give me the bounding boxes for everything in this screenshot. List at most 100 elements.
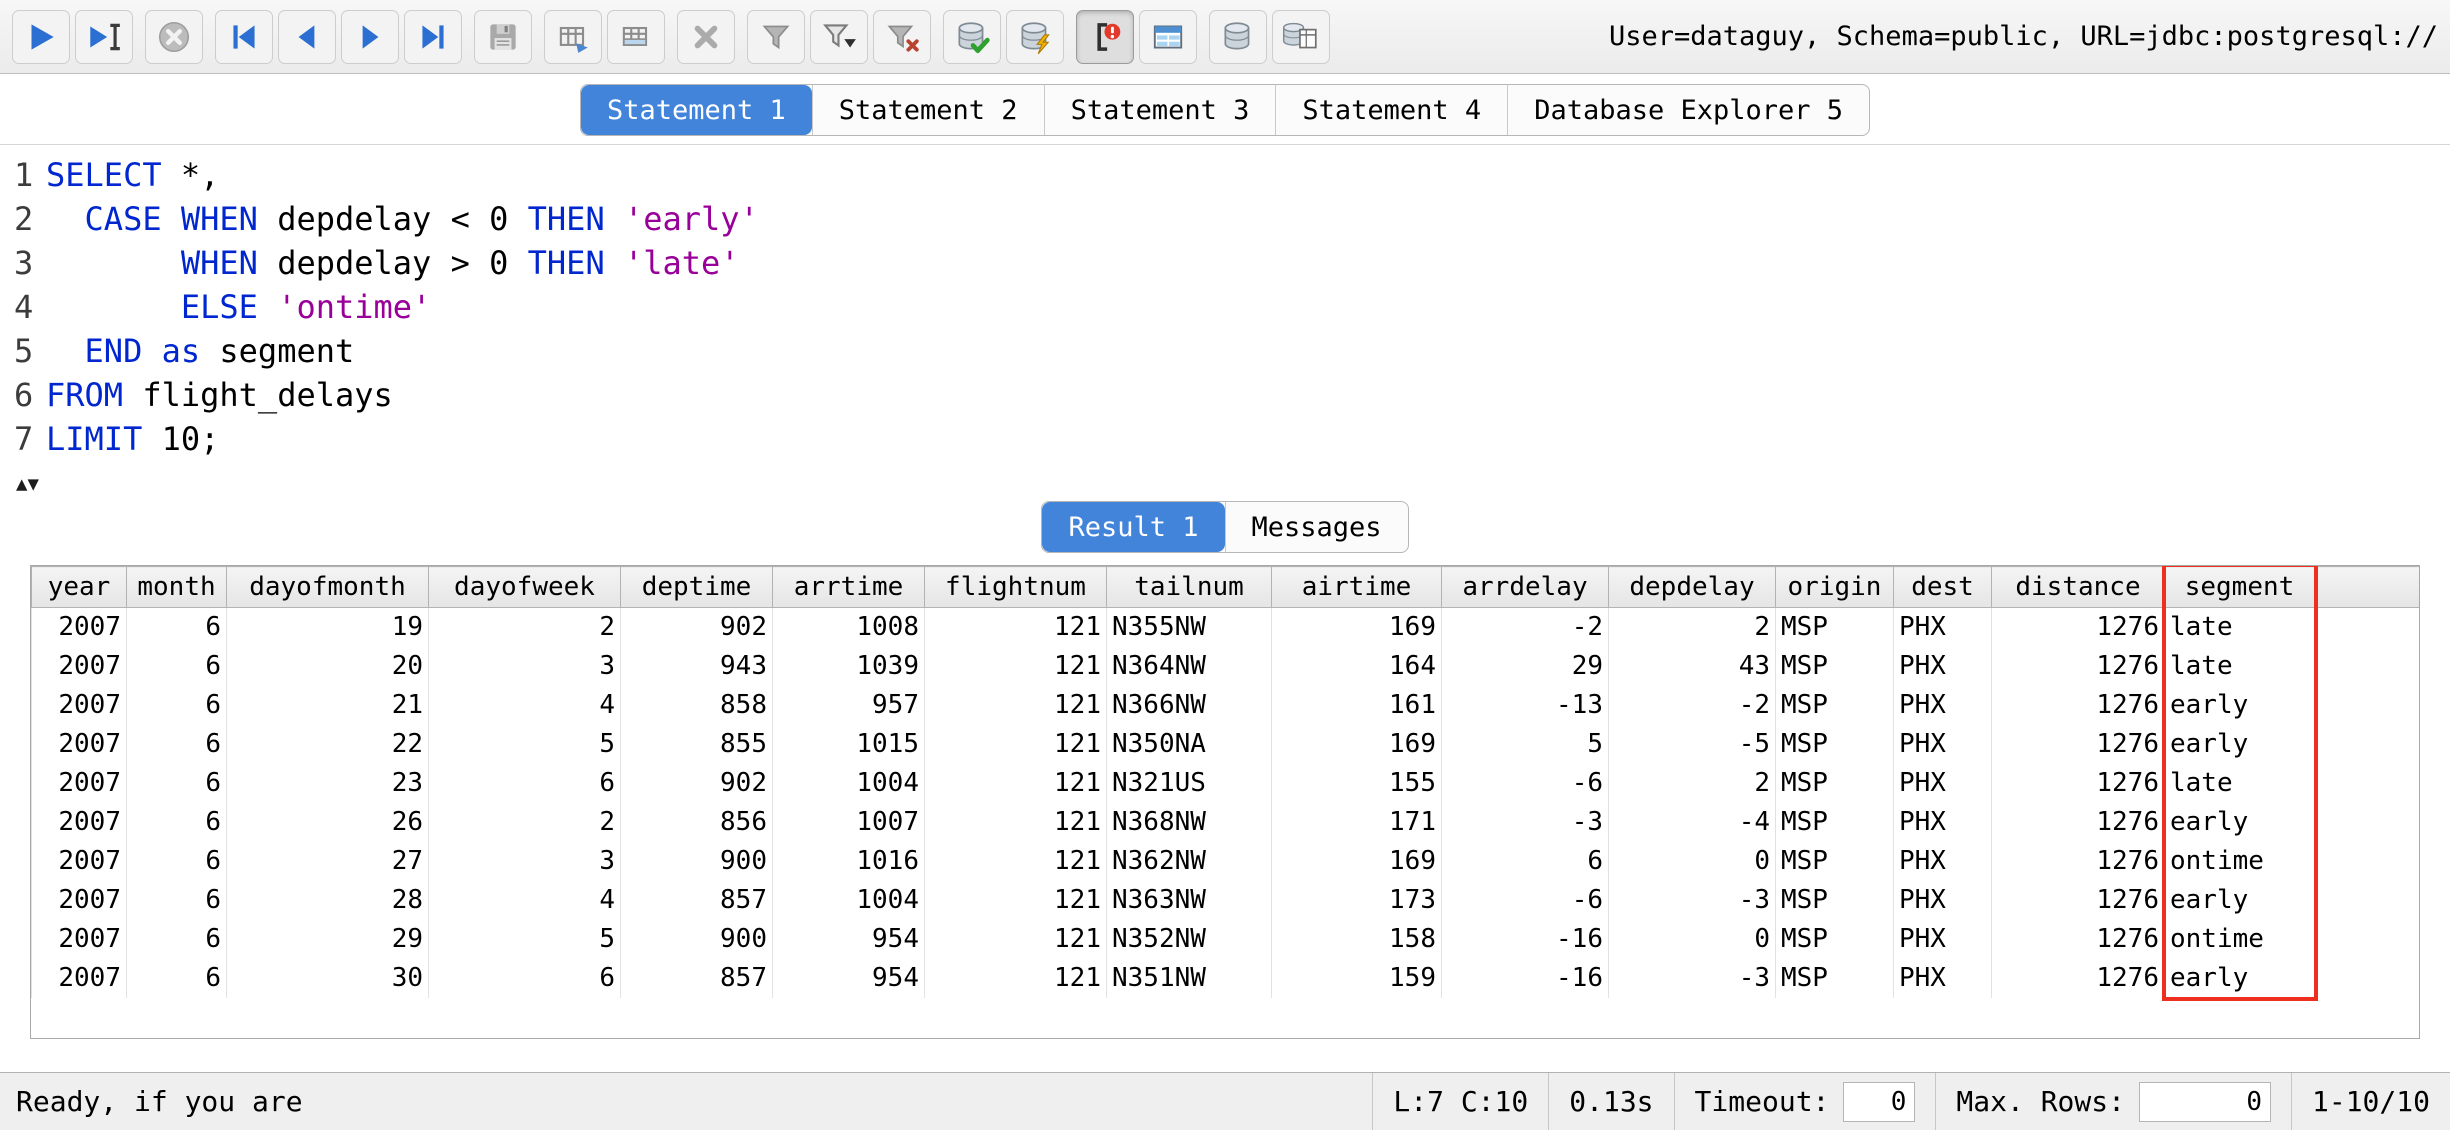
cell-year[interactable]: 2007 [31,607,127,647]
cell-origin[interactable]: MSP [1775,841,1894,881]
cell-distance[interactable]: 1276 [1991,802,2165,842]
cell-depdelay[interactable]: -4 [1608,802,1776,842]
cell-dest[interactable]: PHX [1893,841,1992,881]
cell-dayofweek[interactable]: 5 [428,724,621,764]
cell-tailnum[interactable]: N352NW [1106,919,1272,959]
cell-segment[interactable]: early [2164,724,2315,764]
timeout-input[interactable] [1843,1081,1916,1122]
editor-splitter[interactable]: ▲▼ [0,471,2450,495]
cell-dayofweek[interactable]: 2 [428,802,621,842]
stop-button[interactable] [145,9,203,64]
cell-airtime[interactable]: 173 [1271,880,1442,920]
cell-flightnum[interactable]: 121 [924,724,1107,764]
column-header-airtime[interactable]: airtime [1271,566,1442,608]
cell-origin[interactable]: MSP [1775,724,1894,764]
cell-year[interactable]: 2007 [31,958,127,998]
cell-dest[interactable]: PHX [1893,958,1992,998]
cell-arrdelay[interactable]: 6 [1441,841,1609,881]
cell-month[interactable]: 6 [126,958,227,998]
cell-dayofweek[interactable]: 4 [428,685,621,725]
splitter-up-icon[interactable]: ▲ [16,473,27,495]
cell-depdelay[interactable]: -3 [1608,958,1776,998]
cell-arrdelay[interactable]: -3 [1441,802,1609,842]
cell-origin[interactable]: MSP [1775,646,1894,686]
cell-month[interactable]: 6 [126,607,227,647]
data-pumper-button[interactable] [1139,9,1197,64]
cell-segment[interactable]: ontime [2164,841,2315,881]
cell-deptime[interactable]: 900 [620,919,773,959]
cell-dayofmonth[interactable]: 19 [226,607,429,647]
cell-deptime[interactable]: 902 [620,607,773,647]
cell-tailnum[interactable]: N350NA [1106,724,1272,764]
cell-dayofmonth[interactable]: 21 [226,685,429,725]
cell-dest[interactable]: PHX [1893,724,1992,764]
run-button[interactable] [12,9,70,64]
cell-dest[interactable]: PHX [1893,685,1992,725]
cell-origin[interactable]: MSP [1775,685,1894,725]
cell-dayofmonth[interactable]: 20 [226,646,429,686]
cell-deptime[interactable]: 900 [620,841,773,881]
cell-dayofmonth[interactable]: 23 [226,763,429,803]
column-header-depdelay[interactable]: depdelay [1608,566,1776,608]
first-row-button[interactable] [215,9,273,64]
cell-depdelay[interactable]: 0 [1608,919,1776,959]
cell-deptime[interactable]: 943 [620,646,773,686]
save-button[interactable] [474,9,532,64]
cell-segment[interactable]: early [2164,880,2315,920]
cell-flightnum[interactable]: 121 [924,880,1107,920]
cell-dayofweek[interactable]: 3 [428,646,621,686]
tab-statement-1[interactable]: Statement 1 [580,85,812,135]
cell-airtime[interactable]: 164 [1271,646,1442,686]
cell-arrtime[interactable]: 957 [772,685,925,725]
cell-dest[interactable]: PHX [1893,880,1992,920]
cell-arrtime[interactable]: 1007 [772,802,925,842]
cell-origin[interactable]: MSP [1775,919,1894,959]
cell-tailnum[interactable]: N321US [1106,763,1272,803]
cell-month[interactable]: 6 [126,802,227,842]
cell-arrtime[interactable]: 954 [772,958,925,998]
cell-airtime[interactable]: 169 [1271,724,1442,764]
sql-editor[interactable]: 1 SELECT *, 2 CASE WHEN depdelay < 0 THEN … [0,144,2450,471]
cell-arrdelay[interactable]: 29 [1441,646,1609,686]
cell-dayofmonth[interactable]: 27 [226,841,429,881]
cell-month[interactable]: 6 [126,763,227,803]
tab-statement-3[interactable]: Statement 3 [1043,85,1276,135]
reset-filter-button[interactable] [873,9,931,64]
previous-row-button[interactable] [278,9,336,64]
cell-distance[interactable]: 1276 [1991,646,2165,686]
cell-distance[interactable]: 1276 [1991,958,2165,998]
cell-depdelay[interactable]: 2 [1608,763,1776,803]
cell-airtime[interactable]: 169 [1271,607,1442,647]
cell-dayofweek[interactable]: 6 [428,958,621,998]
cell-arrdelay[interactable]: -16 [1441,958,1609,998]
cell-dest[interactable]: PHX [1893,763,1992,803]
tab-result-1[interactable]: Result 1 [1042,502,1225,552]
cell-arrdelay[interactable]: -6 [1441,763,1609,803]
cell-origin[interactable]: MSP [1775,880,1894,920]
tab-database-explorer-5[interactable]: Database Explorer 5 [1507,85,1869,135]
cell-arrdelay[interactable]: -16 [1441,919,1609,959]
cell-deptime[interactable]: 902 [620,763,773,803]
cell-dayofweek[interactable]: 2 [428,607,621,647]
cell-month[interactable]: 6 [126,919,227,959]
cell-dest[interactable]: PHX [1893,607,1992,647]
cell-deptime[interactable]: 857 [620,958,773,998]
cell-arrtime[interactable]: 1039 [772,646,925,686]
cell-arrtime[interactable]: 1015 [772,724,925,764]
cell-arrdelay[interactable]: -2 [1441,607,1609,647]
cell-airtime[interactable]: 169 [1271,841,1442,881]
cell-depdelay[interactable]: -3 [1608,880,1776,920]
cell-year[interactable]: 2007 [31,646,127,686]
cell-dayofweek[interactable]: 5 [428,919,621,959]
cell-year[interactable]: 2007 [31,724,127,764]
cell-depdelay[interactable]: 2 [1608,607,1776,647]
tab-messages[interactable]: Messages [1224,502,1408,552]
cell-tailnum[interactable]: N355NW [1106,607,1272,647]
column-header-tailnum[interactable]: tailnum [1106,566,1272,608]
cell-tailnum[interactable]: N366NW [1106,685,1272,725]
cell-month[interactable]: 6 [126,685,227,725]
cell-dest[interactable]: PHX [1893,919,1992,959]
cell-depdelay[interactable]: -5 [1608,724,1776,764]
next-row-button[interactable] [341,9,399,64]
cell-depdelay[interactable]: 43 [1608,646,1776,686]
